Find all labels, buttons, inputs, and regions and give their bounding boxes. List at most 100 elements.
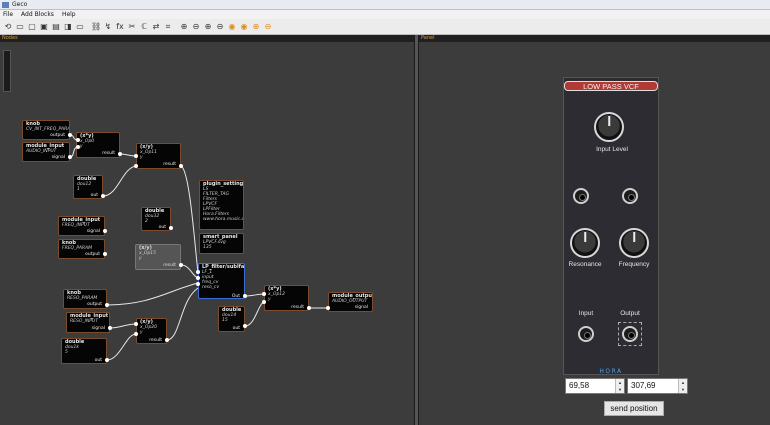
position-x-value: 69,58 [569, 381, 590, 390]
knob-pointer [633, 232, 635, 243]
node-param: reso_cv [202, 285, 220, 290]
open-icon[interactable]: ▢ [27, 22, 37, 32]
knob-pointer [608, 116, 610, 127]
node-divide-3[interactable]: (x/y) x_Op20 y result [136, 318, 167, 344]
node-knob-freq[interactable]: knob FREQ_PARAM output [58, 239, 105, 259]
zoom-out-icon[interactable]: ⊖ [191, 22, 201, 32]
output-port[interactable] [68, 155, 72, 159]
output-port[interactable] [101, 194, 105, 198]
panel-pane-title: Panel [419, 35, 770, 42]
copy-icon[interactable]: ▤ [51, 22, 61, 32]
input-port[interactable] [76, 145, 80, 149]
menu-add-blocks[interactable]: Add Blocks [21, 10, 54, 19]
node-module-input-reso[interactable]: module_input RESO_INPUT signal [66, 312, 110, 333]
menu-file[interactable]: File [3, 10, 13, 19]
input-level-knob[interactable] [594, 112, 624, 142]
save-icon[interactable]: ▣ [39, 22, 49, 32]
node-output-label: out [232, 326, 240, 331]
input-port[interactable] [134, 332, 138, 336]
output-port[interactable] [103, 252, 107, 256]
spin-arrows-icon[interactable]: ▲ ▼ [615, 379, 624, 393]
link-icon[interactable]: ⛓ [91, 22, 101, 32]
swap-icon[interactable]: ⇄ [151, 22, 161, 32]
node-double-2[interactable]: double dou32 2 out [141, 207, 171, 231]
node-multiply-2[interactable]: (x*y) x_Op12 y result [264, 285, 309, 311]
cut-icon[interactable]: ✂ [127, 22, 137, 32]
input-port[interactable] [134, 154, 138, 158]
node-plugin-setting[interactable]: plugin_setting LS FILTER_TAG Filters LPV… [199, 180, 244, 230]
node-double-4[interactable]: double dou1k 5 out [61, 338, 107, 364]
node-double-3[interactable]: double dou14 15 out [218, 306, 245, 332]
record-icon[interactable]: ◉ [227, 22, 237, 32]
input-port[interactable] [326, 306, 330, 310]
node-output-label: result [102, 151, 115, 156]
node-divide-2[interactable]: (x/y) x_Op15 y result [135, 244, 181, 270]
output-port[interactable] [103, 229, 107, 233]
zoom-out-alt-icon[interactable]: ⊖ [215, 22, 225, 32]
input-port[interactable] [196, 282, 200, 286]
resonance-knob[interactable] [570, 228, 600, 258]
node-knob-cv[interactable]: knob CV_INT_FREQ_PARA output [22, 120, 70, 140]
output-port[interactable] [105, 358, 109, 362]
function-icon[interactable]: fx [115, 22, 125, 32]
position-y-spinbox[interactable]: 307,69 ▲ ▼ [627, 378, 688, 394]
paste-icon[interactable]: ◨ [63, 22, 73, 32]
node-multiply-1[interactable]: (x*y) x_Op0 y result [76, 132, 120, 158]
node-param: y [268, 297, 271, 302]
node-output-label: signal [91, 326, 105, 331]
output-port[interactable] [165, 338, 169, 342]
node-module-output[interactable]: module_output AUDIO_OUTPUT signal [328, 292, 373, 312]
resonance-cv-jack[interactable] [573, 188, 589, 204]
frequency-cv-jack[interactable] [622, 188, 638, 204]
node-param: y [140, 155, 143, 160]
input-port[interactable] [196, 270, 200, 274]
zoom-in-icon[interactable]: ⊕ [179, 22, 189, 32]
frequency-knob[interactable] [619, 228, 649, 258]
zoom-in-alt-icon[interactable]: ⊕ [203, 22, 213, 32]
panel-zoom-in-icon[interactable]: ⊕ [251, 22, 261, 32]
node-divide-1[interactable]: (x/y) x_Op11 y result [136, 143, 181, 169]
output-port[interactable] [68, 133, 72, 137]
position-x-spinbox[interactable]: 69,58 ▲ ▼ [565, 378, 625, 394]
output-port[interactable] [243, 324, 247, 328]
output-port[interactable] [118, 152, 122, 156]
input-port[interactable] [76, 138, 80, 142]
node-output-label: output [87, 302, 102, 307]
toolbar: ⟲ ▭ ▢ ▣ ▤ ◨ ▭ ⛓ ↯ fx ✂ ℂ ⇄ ⌗ ⊕ ⊖ ⊕ ⊖ ◉ ◉… [0, 19, 770, 35]
send-position-button[interactable]: send position [604, 401, 664, 416]
undo-icon[interactable]: ⟲ [3, 22, 13, 32]
input-port[interactable] [134, 322, 138, 326]
frequency-label: Frequency [618, 261, 650, 268]
audio-output-jack[interactable] [622, 326, 638, 342]
output-port[interactable] [243, 294, 247, 298]
output-port[interactable] [307, 306, 311, 310]
spin-arrows-icon[interactable]: ▲ ▼ [678, 379, 687, 393]
nodes-scrollbar[interactable] [3, 50, 11, 92]
code-icon[interactable]: ℂ [139, 22, 149, 32]
menu-help[interactable]: Help [62, 10, 76, 19]
grid-icon[interactable]: ⌗ [163, 22, 173, 32]
record-alt-icon[interactable]: ◉ [239, 22, 249, 32]
output-port[interactable] [179, 164, 183, 168]
panel-zoom-out-icon[interactable]: ⊖ [263, 22, 273, 32]
output-port[interactable] [179, 263, 183, 267]
node-output-label: out [94, 358, 102, 363]
output-port[interactable] [169, 226, 173, 230]
output-port[interactable] [108, 326, 112, 330]
input-port[interactable] [262, 292, 266, 296]
node-lp-filter[interactable]: LP_filter/sublfa LF_1 input freq_cv reso… [198, 263, 245, 299]
node-double-1[interactable]: double dou12 1 out [73, 175, 103, 199]
node-knob-reso[interactable]: knob RESO_PARAM output [63, 289, 107, 309]
node-smart-panel[interactable]: smart_panel LPVCF.svg 135 [199, 233, 244, 254]
input-port[interactable] [134, 164, 138, 168]
input-port[interactable] [262, 300, 266, 304]
node-module-input-freq[interactable]: module_input FREQ_INPUT signal [58, 216, 105, 236]
output-port[interactable] [105, 303, 109, 307]
node-module-input-audio[interactable]: module_input AUDIO_INPUT signal [22, 142, 70, 162]
new-icon[interactable]: ▭ [15, 22, 25, 32]
node-output-label: result [163, 263, 176, 268]
input-port[interactable] [196, 276, 200, 280]
block-icon[interactable]: ▭ [75, 22, 85, 32]
signal-icon[interactable]: ↯ [103, 22, 113, 32]
audio-input-jack[interactable] [578, 326, 594, 342]
